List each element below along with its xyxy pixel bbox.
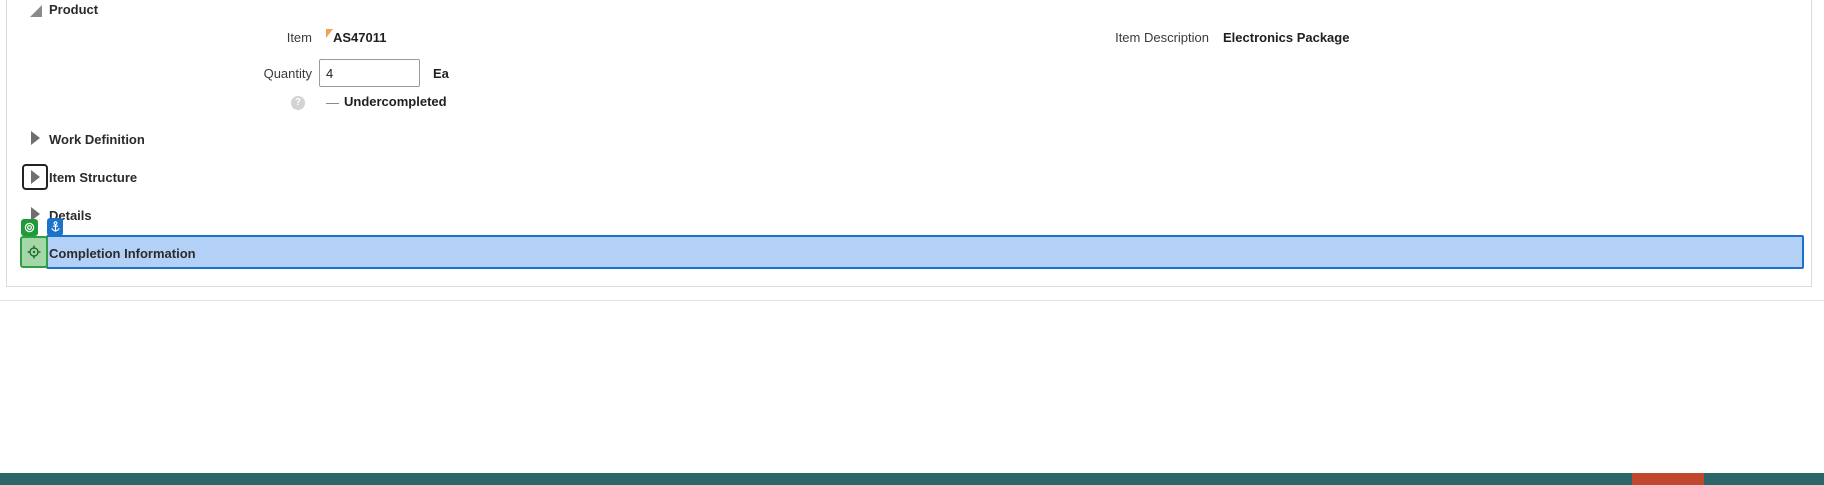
- flag-icon: [326, 29, 333, 38]
- help-icon[interactable]: ?: [291, 96, 305, 110]
- quantity-input[interactable]: [319, 59, 420, 87]
- work-definition-disclosure-button[interactable]: [23, 126, 47, 150]
- section-title-completion-information[interactable]: Completion Information: [49, 246, 196, 261]
- page-divider: [0, 300, 1824, 301]
- target-badge[interactable]: [21, 219, 38, 236]
- section-title-work-definition[interactable]: Work Definition: [49, 132, 145, 147]
- status-dash: [326, 103, 339, 104]
- anchor-icon: [50, 221, 60, 232]
- item-structure-disclosure-button[interactable]: [23, 165, 47, 189]
- item-label: Item: [286, 30, 312, 45]
- crosshair-icon: [27, 245, 41, 259]
- item-description-label: Item Description: [1115, 30, 1209, 45]
- quantity-uom: Ea: [433, 66, 449, 81]
- item-value: AS47011: [333, 30, 387, 45]
- anchor-badge[interactable]: [47, 218, 63, 236]
- quantity-label: Quantity: [263, 66, 312, 81]
- footer-bar: [0, 473, 1824, 485]
- triangle-expanded-icon: [30, 5, 42, 17]
- product-disclosure-button[interactable]: [24, 0, 48, 23]
- triangle-right-icon: [30, 131, 40, 145]
- target-icon: [24, 222, 35, 233]
- triangle-right-icon: [30, 170, 40, 184]
- section-title-item-structure[interactable]: Item Structure: [49, 170, 137, 185]
- section-title-product[interactable]: Product: [49, 2, 98, 17]
- locate-button[interactable]: [20, 236, 48, 268]
- completion-information-row[interactable]: [46, 235, 1804, 269]
- footer-accent: [1632, 473, 1704, 485]
- status-value: Undercompleted: [344, 94, 447, 109]
- item-description-value: Electronics Package: [1223, 30, 1350, 45]
